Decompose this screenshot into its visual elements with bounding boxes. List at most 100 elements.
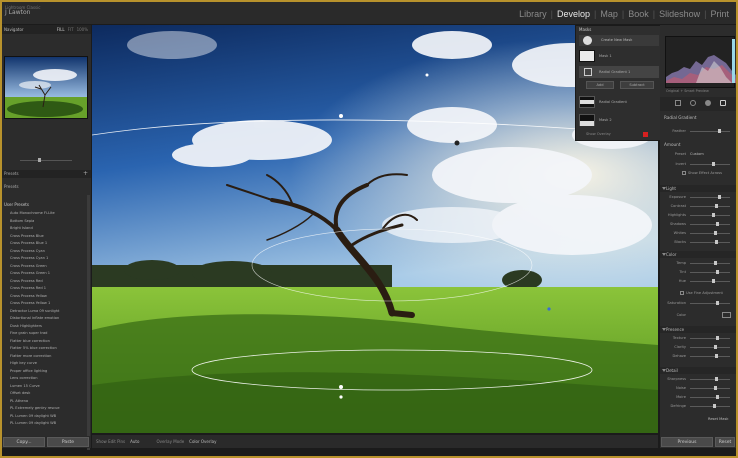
preset-item[interactable]: Cross Process Cyan 1: [4, 255, 86, 263]
zoom-fill[interactable]: FILL: [57, 27, 65, 32]
slider-knob[interactable]: [714, 345, 717, 349]
slider-track[interactable]: [690, 281, 730, 282]
slider-track[interactable]: [690, 263, 730, 264]
slider-knob[interactable]: [715, 204, 718, 208]
slider-knob[interactable]: [714, 386, 717, 390]
user-presets-folder[interactable]: User Presets: [2, 201, 29, 209]
slider-track[interactable]: [690, 388, 730, 389]
preset-item[interactable]: Bright Island: [4, 225, 86, 233]
preset-item[interactable]: Cross Process Green: [4, 263, 86, 271]
slider-knob[interactable]: [712, 279, 715, 283]
preset-item[interactable]: Lens correction: [4, 375, 86, 383]
slider-track[interactable]: [690, 347, 730, 348]
slider-knob[interactable]: [712, 213, 715, 217]
feather-slider[interactable]: [690, 131, 730, 132]
invert-knob[interactable]: [712, 162, 715, 166]
module-library[interactable]: Library: [518, 9, 548, 19]
preset-item[interactable]: Cross Process Green 1: [4, 270, 86, 278]
preset-item[interactable]: Bottom Sepia: [4, 218, 86, 226]
copy-button[interactable]: Copy...: [3, 437, 45, 447]
zoom-fit[interactable]: FIT: [68, 27, 74, 32]
show-effect-checkbox[interactable]: [682, 171, 686, 175]
slider-knob[interactable]: [714, 261, 717, 265]
create-mask-button[interactable]: Create New Mask: [579, 35, 659, 46]
previous-button[interactable]: Previous: [661, 437, 713, 447]
preset-item[interactable]: Cross Process Yellow 1: [4, 300, 86, 308]
preset-item[interactable]: Cross Process Yellow: [4, 293, 86, 301]
slider-knob[interactable]: [716, 395, 719, 399]
slider-track[interactable]: [690, 338, 730, 339]
subtract-mask-button[interactable]: Subtract: [620, 81, 654, 89]
preset-item[interactable]: Fine grain super trad: [4, 330, 86, 338]
preset-item[interactable]: PL Lumen 09 daylight WB: [4, 420, 86, 428]
preset-item[interactable]: Lumen 15 Curve: [4, 383, 86, 391]
preset-item[interactable]: PL Extremely gentry rescue: [4, 405, 86, 413]
navigator-preview[interactable]: [4, 56, 88, 119]
crop-icon[interactable]: [675, 100, 681, 106]
paste-button[interactable]: Paste: [47, 437, 89, 447]
slider-track[interactable]: [690, 242, 730, 243]
module-develop[interactable]: Develop: [556, 9, 591, 19]
light-section-header[interactable]: Light: [660, 185, 736, 192]
preset-item[interactable]: Cross Process Red 1: [4, 285, 86, 293]
mask-2-item[interactable]: Radial Gradient: [579, 96, 659, 108]
slider-knob[interactable]: [715, 377, 718, 381]
module-slideshow[interactable]: Slideshow: [658, 9, 701, 19]
slider-knob[interactable]: [715, 240, 718, 244]
presence-section-header[interactable]: Presence: [660, 326, 736, 333]
slider-track[interactable]: [690, 406, 730, 407]
preset-select[interactable]: Custom: [690, 152, 704, 156]
slider-knob[interactable]: [718, 195, 721, 199]
preset-item[interactable]: Dusk Highlighters: [4, 323, 86, 331]
slider-track[interactable]: [690, 356, 730, 357]
add-mask-button[interactable]: Add: [586, 81, 614, 89]
slider-track[interactable]: [690, 379, 730, 380]
module-map[interactable]: Map: [599, 9, 619, 19]
redeye-icon[interactable]: [705, 100, 711, 106]
show-overlay-checkbox[interactable]: [643, 132, 648, 137]
slider-track[interactable]: [690, 215, 730, 216]
reset-button[interactable]: Reset: [715, 437, 735, 447]
navigator-slider[interactable]: [4, 157, 88, 163]
color-swatch[interactable]: [722, 312, 731, 318]
module-book[interactable]: Book: [627, 9, 650, 19]
preset-item[interactable]: Proper office lighting: [4, 368, 86, 376]
heal-icon[interactable]: [690, 100, 696, 106]
preset-item[interactable]: Cross Process Cyan: [4, 248, 86, 256]
slider-track[interactable]: [690, 272, 730, 273]
invert-slider[interactable]: [690, 164, 730, 165]
slider-knob[interactable]: [713, 404, 716, 408]
detail-section-header[interactable]: Detail: [660, 367, 736, 374]
slider-track[interactable]: [690, 224, 730, 225]
histogram[interactable]: [665, 36, 736, 88]
saturation-knob[interactable]: [716, 301, 719, 305]
mask-3-item[interactable]: Mask 2: [579, 114, 659, 126]
presets-header[interactable]: Presets +: [2, 170, 91, 178]
preset-item[interactable]: Auto Monochrome Fi-Lite: [4, 210, 86, 218]
slider-track[interactable]: [690, 233, 730, 234]
preset-item[interactable]: PL Athena: [4, 398, 86, 406]
slider-knob[interactable]: [716, 336, 719, 340]
photo-canvas[interactable]: [92, 25, 658, 433]
preset-item[interactable]: PL Lumen 09 daylight WB: [4, 413, 86, 421]
preset-item[interactable]: High key curve: [4, 360, 86, 368]
reset-mask-button[interactable]: Reset Mask: [708, 417, 728, 421]
slider-track[interactable]: [690, 206, 730, 207]
zoom-100[interactable]: 100%: [77, 27, 88, 32]
fine-adjust-checkbox[interactable]: [680, 291, 684, 295]
preset-item[interactable]: Cross Process Blue 1: [4, 240, 86, 248]
preset-item[interactable]: Offset desk: [4, 390, 86, 398]
slider-knob[interactable]: [715, 354, 718, 358]
slider-track[interactable]: [690, 397, 730, 398]
preset-item[interactable]: Cross Process Blue: [4, 233, 86, 241]
mask-1-item[interactable]: Mask 1: [579, 50, 659, 62]
preset-item[interactable]: Detractor Luma 09 sunlight: [4, 308, 86, 316]
module-print[interactable]: Print: [709, 9, 730, 19]
saturation-slider[interactable]: [690, 303, 730, 304]
preset-item[interactable]: Flatter more correction: [4, 353, 86, 361]
color-section-header[interactable]: Color: [660, 251, 736, 258]
preset-item[interactable]: Flatter blue correction: [4, 338, 86, 346]
add-preset-icon[interactable]: +: [83, 170, 88, 177]
preset-item[interactable]: Distortional inflate emotion: [4, 315, 86, 323]
preset-item[interactable]: Cross Process Red: [4, 278, 86, 286]
